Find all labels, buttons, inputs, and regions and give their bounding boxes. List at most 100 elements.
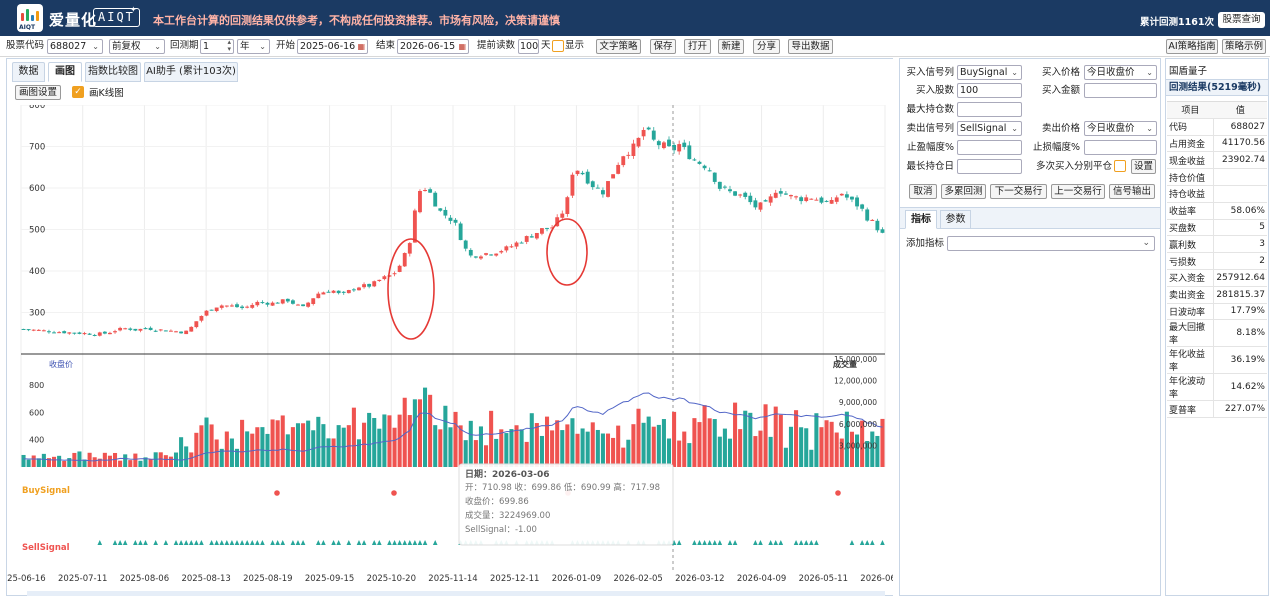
volume-bar xyxy=(316,416,321,467)
candle-body xyxy=(367,283,372,287)
volume-bar xyxy=(799,427,804,467)
candle-body xyxy=(768,196,773,203)
volume-tick-label: 3,000,000 xyxy=(839,441,877,450)
strategy-example-button[interactable]: 策略示例 xyxy=(1222,39,1266,54)
sell-signal-marker xyxy=(712,540,718,545)
text-strategy-button[interactable]: 文字策略 xyxy=(596,39,641,54)
volume-bar xyxy=(494,438,499,467)
adjust-select[interactable]: 前复权 ⌄ xyxy=(109,39,165,54)
candle-body xyxy=(870,219,875,221)
show-checkbox[interactable] xyxy=(552,40,564,52)
candle-body xyxy=(621,156,626,166)
next-row-button[interactable]: 下一交易行 xyxy=(990,184,1047,199)
candle-body xyxy=(814,199,819,201)
volume-bar xyxy=(682,431,687,467)
candle-body xyxy=(484,253,488,255)
tab-indicators[interactable]: 指标 xyxy=(905,210,937,229)
candle-body xyxy=(316,293,321,299)
kline-checkbox[interactable]: ✓ xyxy=(72,86,84,98)
tab-index-compare[interactable]: 指数比较图 xyxy=(85,62,141,82)
signal-output-button[interactable]: 信号输出 xyxy=(1109,184,1155,199)
volume-bar xyxy=(128,460,133,467)
result-value: 36.19% xyxy=(1213,346,1267,375)
settings-button[interactable]: 设置 xyxy=(1131,159,1156,174)
volume-bar xyxy=(575,433,580,467)
stop-loss-input[interactable] xyxy=(1084,140,1157,155)
tooltip-volume: 成交量：3224969.00 xyxy=(465,510,550,521)
buy-signal-label: BuySignal xyxy=(22,486,70,496)
volume-bar xyxy=(163,455,168,467)
calendar-icon[interactable]: ▦ xyxy=(458,40,466,53)
result-value: 3 xyxy=(1213,235,1267,254)
candle-body xyxy=(143,328,148,330)
x-tick-label: 2026-06-05 xyxy=(860,574,893,584)
buy-amount-input[interactable] xyxy=(1084,83,1157,98)
end-date-input[interactable]: 2026-06-15 ▦ xyxy=(397,39,469,54)
volume-bar xyxy=(783,447,788,467)
kline-chart[interactable]: 2025-06-16 2025-07-11 2025-08-06 2025-08-13… xyxy=(7,105,893,596)
new-button[interactable]: 新建 xyxy=(718,39,744,54)
export-data-button[interactable]: 导出数据 xyxy=(788,39,833,54)
result-value xyxy=(1213,185,1267,203)
start-date-input[interactable]: 2025-06-16 ▦ xyxy=(297,39,368,54)
lead-days-input[interactable]: 100 xyxy=(518,39,539,54)
multi-close-checkbox[interactable] xyxy=(1114,160,1126,172)
stock-code-select[interactable]: 688027 ⌄ xyxy=(47,39,103,54)
multi-backtest-button[interactable]: 多累回测 xyxy=(941,184,986,199)
stock-search-button[interactable]: 股票查询 xyxy=(1218,12,1265,28)
volume-bar xyxy=(214,439,219,467)
volume-bar xyxy=(351,407,356,467)
period-stepper[interactable]: 1 ▴ ▾ xyxy=(200,39,234,54)
logo-text: AIQT xyxy=(19,24,36,31)
candle-body xyxy=(789,195,793,197)
volume-bar xyxy=(702,405,707,467)
stock-code-value: 688027 xyxy=(50,41,87,52)
candle-body xyxy=(240,306,245,309)
candle-body xyxy=(209,309,214,311)
sell-signal-select[interactable]: SellSignal ⌄ xyxy=(957,121,1022,136)
max-hold-input[interactable] xyxy=(957,102,1022,117)
adjust-value: 前复权 xyxy=(112,41,141,52)
volume-bar xyxy=(544,416,550,467)
sell-price-select[interactable]: 今日收盘价 ⌄ xyxy=(1084,121,1157,136)
volume-bar xyxy=(468,420,473,467)
buy-price-select[interactable]: 今日收盘价 ⌄ xyxy=(1084,65,1157,80)
volume-bar xyxy=(423,387,428,467)
sell-signal-marker xyxy=(692,540,697,545)
result-key: 买入资金 xyxy=(1167,269,1215,287)
annotation-circle xyxy=(546,218,588,286)
sell-signal-marker xyxy=(417,540,423,545)
sell-signal-marker xyxy=(809,540,814,545)
candle-body xyxy=(804,197,809,202)
draw-settings-button[interactable]: 画图设置 xyxy=(15,85,61,100)
period-unit-select[interactable]: 年 ⌄ xyxy=(237,39,270,54)
take-profit-input[interactable] xyxy=(957,140,1022,155)
volume-bar xyxy=(209,424,214,467)
ai-guide-button[interactable]: AI策略指南 xyxy=(1166,39,1218,54)
volume-bar xyxy=(118,460,123,467)
prev-row-button[interactable]: 上一交易行 xyxy=(1051,184,1105,199)
show-label: 显示 xyxy=(565,40,585,51)
tab-params[interactable]: 参数 xyxy=(940,210,971,229)
tab-ai-assistant[interactable]: AI助手 (累计103次) xyxy=(144,62,238,82)
calendar-icon[interactable]: ▦ xyxy=(357,40,365,53)
candle-body xyxy=(250,304,255,308)
x-tick-label: 2025-10-20 xyxy=(367,574,416,584)
open-button[interactable]: 打开 xyxy=(684,39,711,54)
cancel-button[interactable]: 取消 xyxy=(909,184,937,199)
buy-signal-select[interactable]: BuySignal ⌄ xyxy=(957,65,1022,80)
buy-shares-input[interactable]: 100 xyxy=(957,83,1022,98)
period-label: 回测期 xyxy=(170,40,199,51)
candle-body xyxy=(97,332,102,336)
candle-body xyxy=(763,200,768,202)
max-days-input[interactable] xyxy=(957,159,1022,174)
tab-data[interactable]: 数据 xyxy=(12,62,45,82)
volume-bar xyxy=(697,422,702,467)
volume-bar xyxy=(31,455,36,467)
candle-body xyxy=(540,228,544,234)
save-button[interactable]: 保存 xyxy=(650,39,676,54)
tab-draw[interactable]: 画图 xyxy=(48,62,82,82)
add-indicator-select[interactable]: ⌄ xyxy=(947,236,1155,251)
x-tick-label: 2025-06-16 xyxy=(7,574,46,584)
share-button[interactable]: 分享 xyxy=(753,39,780,54)
